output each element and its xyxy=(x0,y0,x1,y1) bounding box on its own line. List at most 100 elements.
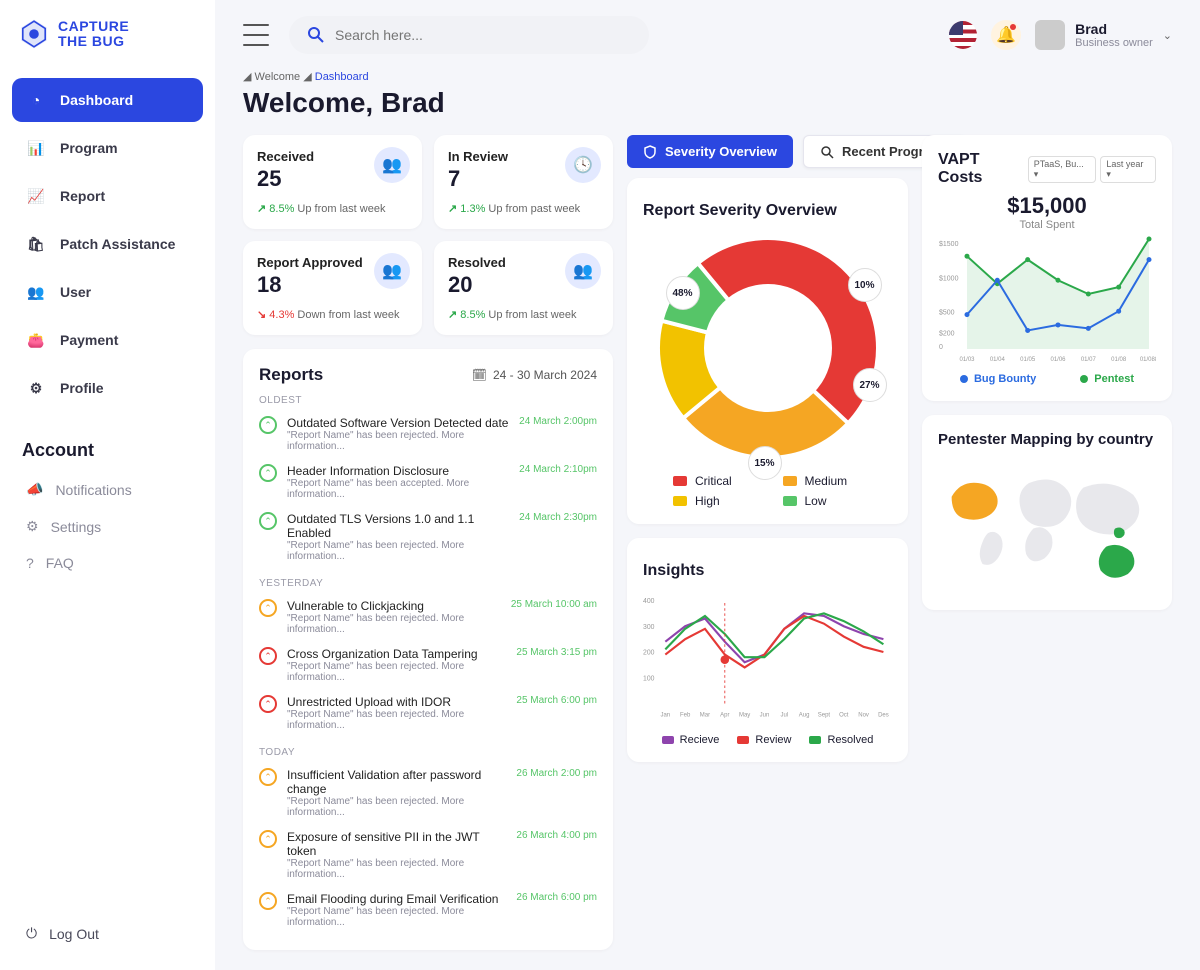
severity-dot-icon: ⌃ xyxy=(259,768,277,786)
vapt-card: VAPT Costs PTaaS, Bu... ▾ Last year ▾ $1… xyxy=(922,135,1172,401)
stat-card-report-approved: 👥Report Approved18↘ 4.3% Down from last … xyxy=(243,241,422,335)
report-row[interactable]: ⌃Header Information Disclosure"Report Na… xyxy=(259,458,597,506)
report-group-label: OLDEST xyxy=(259,395,597,406)
severity-card: Report Severity Overview 48%10%27%15% Cr… xyxy=(627,178,908,524)
calendar-icon: 🗓 xyxy=(472,368,487,382)
svg-text:01/05: 01/05 xyxy=(1020,357,1036,363)
report-row[interactable]: ⌃Outdated Software Version Detected date… xyxy=(259,410,597,458)
report-row[interactable]: ⌃Cross Organization Data Tampering"Repor… xyxy=(259,641,597,689)
donut-value-badge: 27% xyxy=(853,368,887,402)
search-icon xyxy=(307,26,325,44)
search-input[interactable] xyxy=(335,27,631,43)
sidebar: CAPTURETHE BUG ◔Dashboard📊Program📈Report… xyxy=(0,0,215,970)
insights-card: Insights 100200300400JanFebMarAprMayJunJ… xyxy=(627,538,908,762)
svg-text:300: 300 xyxy=(643,624,655,631)
world-map xyxy=(938,454,1156,594)
report-row[interactable]: ⌃Insufficient Validation after password … xyxy=(259,762,597,824)
svg-text:Nov: Nov xyxy=(858,712,869,718)
vapt-legend: Bug Bounty Pentest xyxy=(938,373,1156,385)
legend-item: Resolved xyxy=(809,734,873,746)
vapt-amount: $15,000 xyxy=(938,193,1156,219)
sidebar-item-profile[interactable]: ⚙Profile xyxy=(12,366,203,410)
severity-dot-icon: ⌃ xyxy=(259,695,277,713)
insights-legend: Recieve Review Resolved xyxy=(643,734,892,746)
notifications-bell-icon[interactable]: 🔔 xyxy=(991,20,1021,50)
sidebar-item-user[interactable]: 👥User xyxy=(12,270,203,314)
zoom-icon xyxy=(820,145,834,159)
svg-text:Mar: Mar xyxy=(700,712,710,718)
account-item-settings[interactable]: ⚙Settings xyxy=(12,508,203,545)
legend-item: Recieve xyxy=(662,734,720,746)
svg-text:Sept: Sept xyxy=(818,712,831,718)
legend-item: Review xyxy=(737,734,791,746)
user-role: Business owner xyxy=(1075,37,1153,49)
svg-text:01/03: 01/03 xyxy=(959,357,975,363)
severity-dot-icon: ⌃ xyxy=(259,830,277,848)
breadcrumb-link[interactable]: Dashboard xyxy=(315,71,369,83)
legend-item: Bug Bounty xyxy=(960,373,1036,385)
insights-title: Insights xyxy=(643,562,892,580)
severity-dot-icon: ⌃ xyxy=(259,464,277,482)
stat-icon: 👥 xyxy=(374,147,410,183)
search-box[interactable] xyxy=(289,16,649,54)
main-content: 🔔 Brad Business owner ⌄ ◢ Welcome ◢ Dash… xyxy=(215,0,1200,970)
hamburger-icon[interactable] xyxy=(243,24,269,46)
logout-button[interactable]: ⏻ Log Out xyxy=(12,915,203,952)
users-icon: 👥 xyxy=(26,282,46,302)
donut-value-badge: 15% xyxy=(748,446,782,480)
severity-donut-chart: 48%10%27%15% xyxy=(648,228,888,468)
severity-dot-icon: ⌃ xyxy=(259,512,277,530)
main-nav: ◔Dashboard📊Program📈Report🛍Patch Assistan… xyxy=(12,78,203,410)
gear-icon: ⚙ xyxy=(26,378,46,398)
logo-text: CAPTURETHE BUG xyxy=(58,19,129,48)
report-row[interactable]: ⌃Vulnerable to Clickjacking"Report Name"… xyxy=(259,593,597,641)
map-card: Pentester Mapping by country xyxy=(922,415,1172,610)
reports-title: Reports xyxy=(259,365,323,385)
reports-date-range[interactable]: 🗓 24 - 30 March 2024 xyxy=(472,368,597,382)
legend-item: Pentest xyxy=(1080,373,1134,385)
svg-text:$200: $200 xyxy=(939,330,955,337)
page-title: Welcome, Brad xyxy=(243,87,1172,119)
stat-icon: 🕓 xyxy=(565,147,601,183)
topbar: 🔔 Brad Business owner ⌄ xyxy=(223,0,1192,70)
report-row[interactable]: ⌃Unrestricted Upload with IDOR"Report Na… xyxy=(259,689,597,737)
report-row[interactable]: ⌃Outdated TLS Versions 1.0 and 1.1 Enabl… xyxy=(259,506,597,568)
sidebar-item-patch-assistance[interactable]: 🛍Patch Assistance xyxy=(12,222,203,266)
svg-text:100: 100 xyxy=(643,675,655,682)
vapt-filter-period[interactable]: Last year ▾ xyxy=(1100,156,1156,183)
logo[interactable]: CAPTURETHE BUG xyxy=(12,18,203,50)
legend-item: Low xyxy=(783,494,863,508)
svg-text:01/06: 01/06 xyxy=(1050,357,1066,363)
svg-text:Feb: Feb xyxy=(680,712,691,718)
reports-card: Reports 🗓 24 - 30 March 2024 OLDEST ⌃Outd… xyxy=(243,349,613,950)
sidebar-item-program[interactable]: 📊Program xyxy=(12,126,203,170)
vapt-filter-program[interactable]: PTaaS, Bu... ▾ xyxy=(1028,156,1097,183)
donut-value-badge: 10% xyxy=(848,268,882,302)
report-row[interactable]: ⌃Exposure of sensitive PII in the JWT to… xyxy=(259,824,597,886)
sidebar-item-report[interactable]: 📈Report xyxy=(12,174,203,218)
tab-severity-overview[interactable]: Severity Overview xyxy=(627,135,793,168)
sidebar-item-dashboard[interactable]: ◔Dashboard xyxy=(12,78,203,122)
report-row[interactable]: ⌃Email Flooding during Email Verificatio… xyxy=(259,886,597,934)
stat-icon: 👥 xyxy=(565,253,601,289)
account-item-faq[interactable]: ?FAQ xyxy=(12,545,203,581)
account-nav: 📣Notifications⚙Settings?FAQ xyxy=(12,471,203,581)
power-icon: ⏻ xyxy=(26,925,37,942)
chevron-down-icon: ⌄ xyxy=(1163,29,1172,42)
sidebar-item-payment[interactable]: 👛Payment xyxy=(12,318,203,362)
svg-text:$1500: $1500 xyxy=(939,241,959,248)
legend-item: Medium xyxy=(783,474,863,488)
stat-card-in-review: 🕓In Review7↗ 1.3% Up from past week xyxy=(434,135,613,229)
insights-chart: 100200300400JanFebMarAprMayJunJulAugSept… xyxy=(643,588,892,728)
svg-text:01/08: 01/08 xyxy=(1111,357,1127,363)
locale-flag-icon[interactable] xyxy=(949,21,977,49)
account-heading: Account xyxy=(12,440,203,471)
svg-text:01/07: 01/07 xyxy=(1081,357,1097,363)
user-name: Brad xyxy=(1075,21,1153,37)
vapt-sublabel: Total Spent xyxy=(938,219,1156,231)
severity-dot-icon: ⌃ xyxy=(259,599,277,617)
account-item-notifications[interactable]: 📣Notifications xyxy=(12,471,203,508)
user-menu[interactable]: Brad Business owner ⌄ xyxy=(1035,20,1172,50)
stat-card-resolved: 👥Resolved20↗ 8.5% Up from last week xyxy=(434,241,613,335)
tabs: Severity Overview Recent Programs xyxy=(627,135,908,168)
